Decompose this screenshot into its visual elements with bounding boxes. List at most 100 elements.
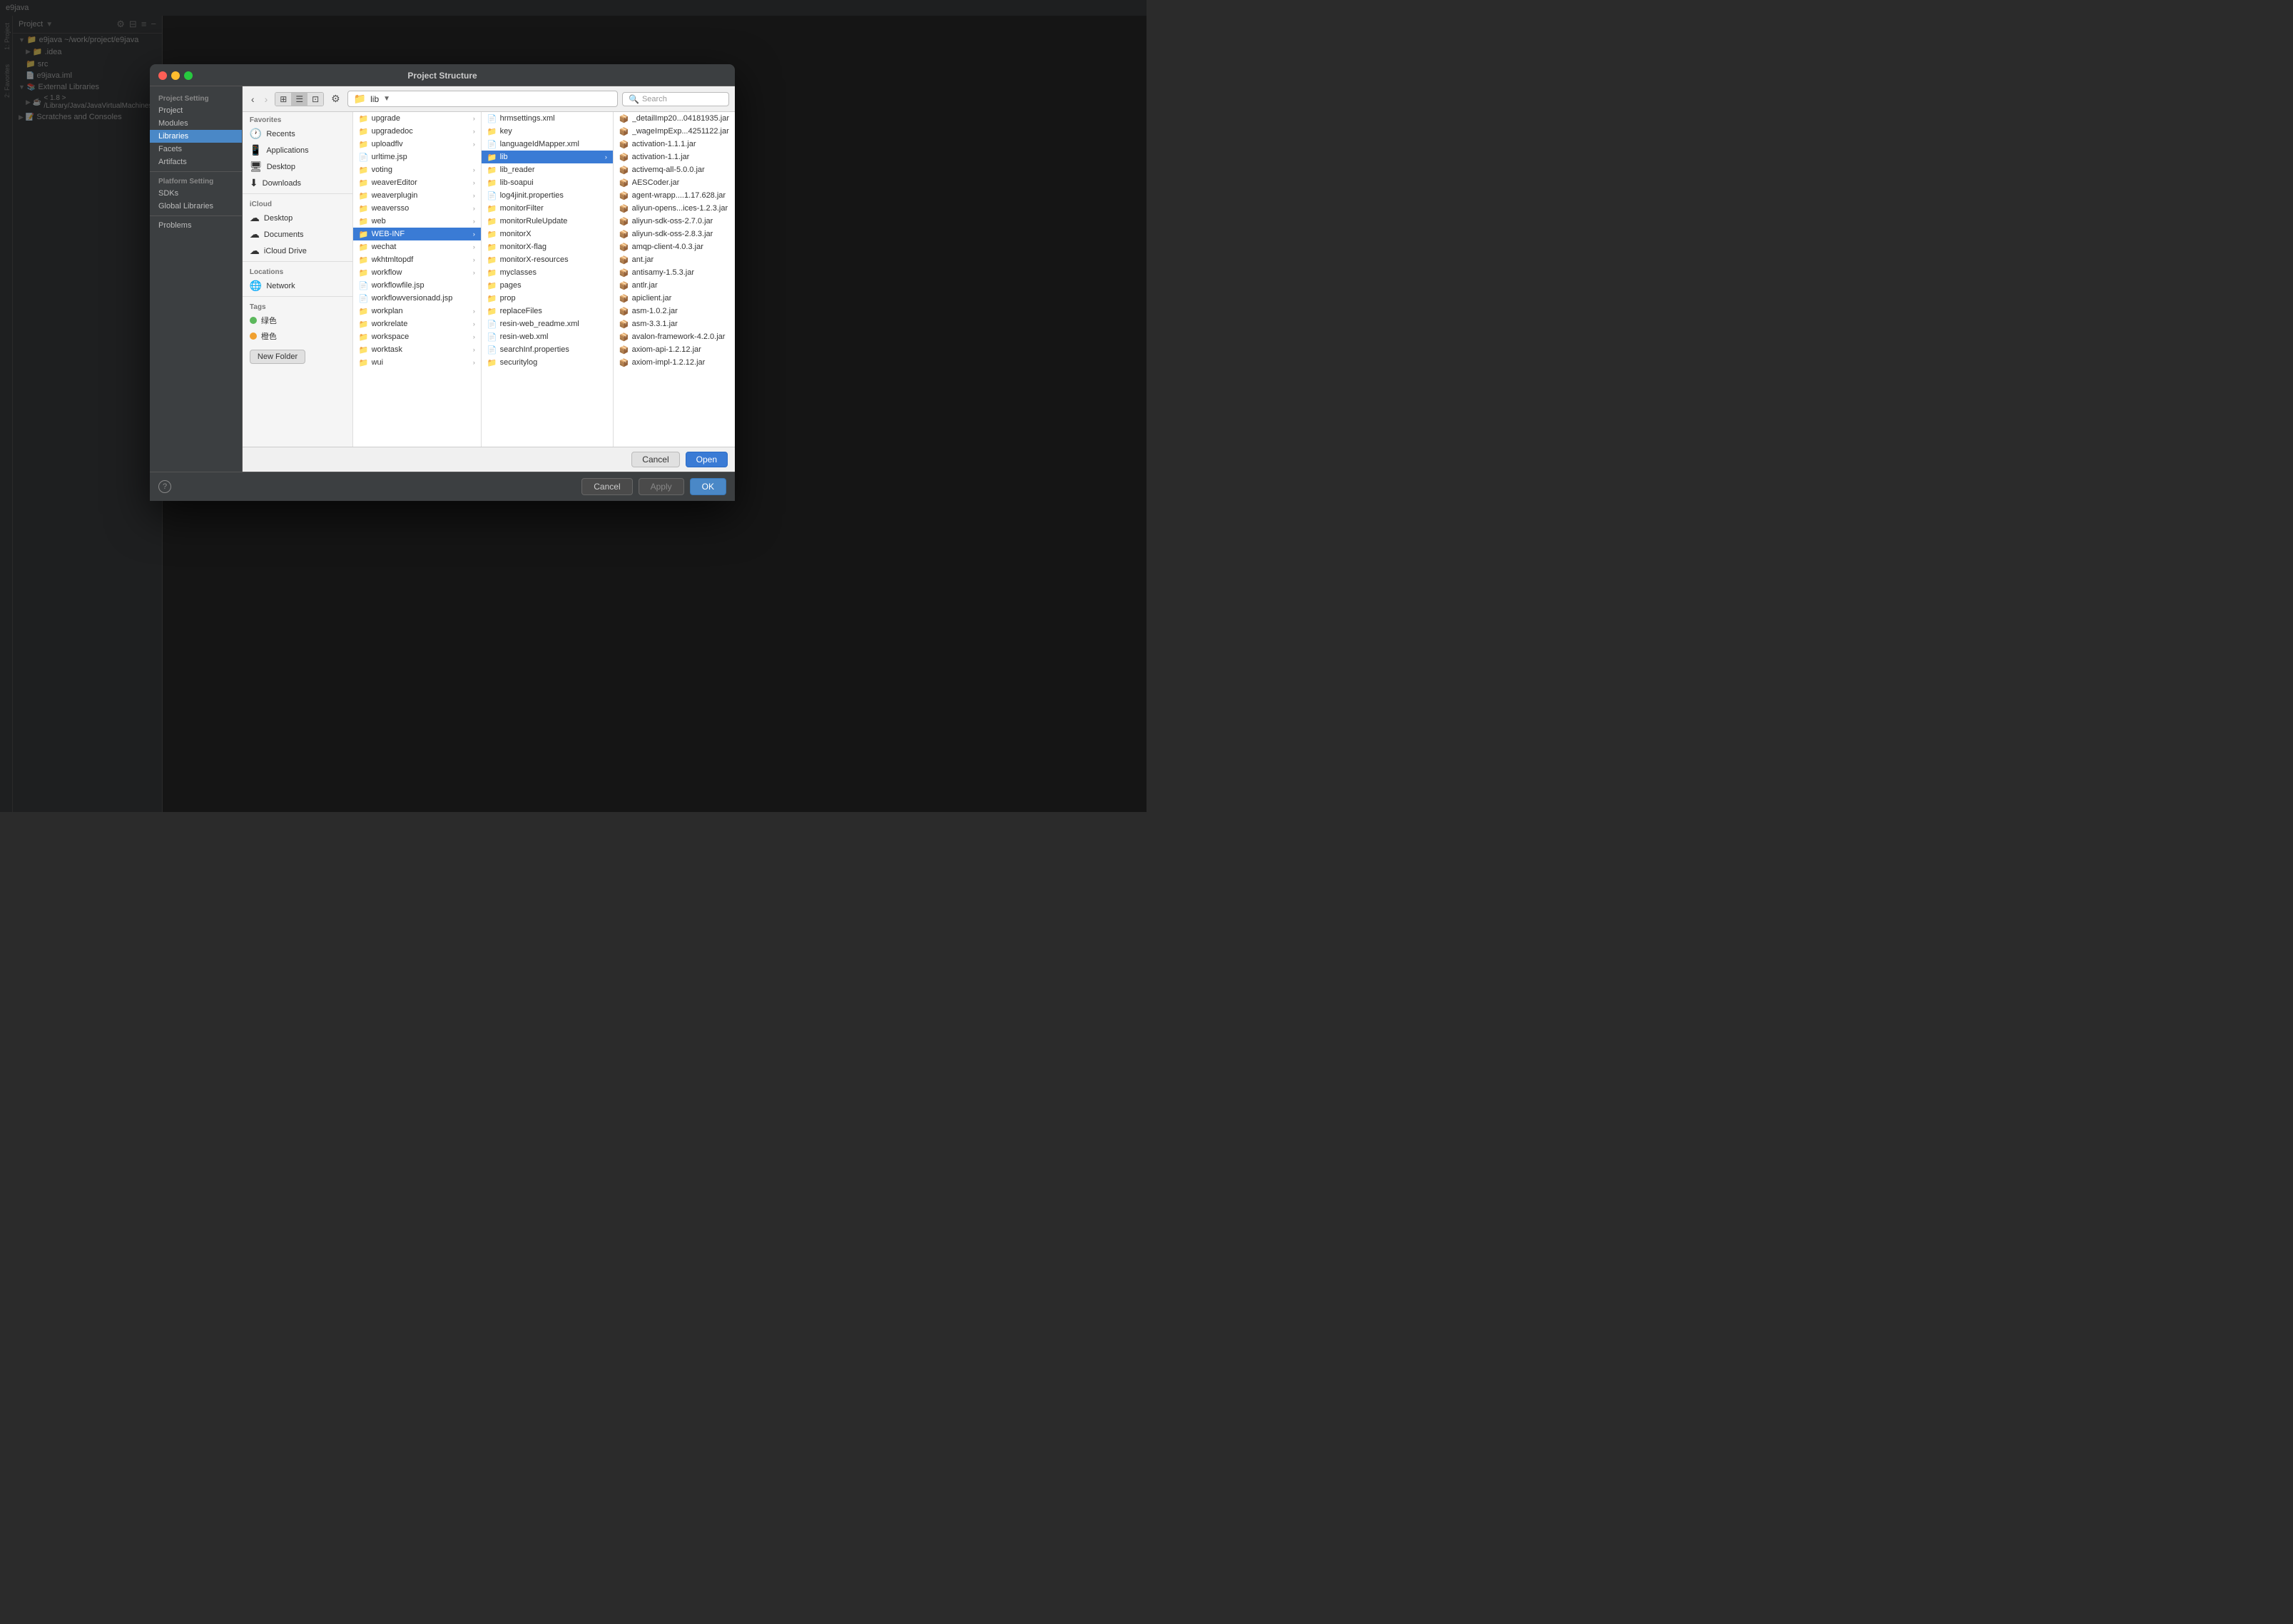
file-item-uploadflv[interactable]: 📁 uploadflv › [353,138,481,151]
apply-button[interactable]: Apply [639,478,684,495]
list-view-button[interactable]: ☰ [291,93,307,106]
file-item-myclasses[interactable]: 📁 myclasses [482,266,613,279]
file-item-aliyun-opens[interactable]: 📦 aliyun-opens...ices-1.2.3.jar [614,202,735,215]
file-item-wui[interactable]: 📁 wui › [353,356,481,369]
back-button[interactable]: ‹ [248,92,258,106]
nav-item-artifacts[interactable]: Artifacts [150,156,242,168]
file-item-wechat[interactable]: 📁 wechat › [353,240,481,253]
file-item-workrelate[interactable]: 📁 workrelate › [353,318,481,330]
file-item-workflowfile[interactable]: 📄 workflowfile.jsp [353,279,481,292]
cancel-button[interactable]: Cancel [581,478,632,495]
file-item-monitorx-flag[interactable]: 📁 monitorX-flag [482,240,613,253]
path-field[interactable]: 📁 lib ▼ [347,91,618,107]
fav-item-downloads[interactable]: ⬇ Downloads [243,175,352,191]
file-item-activemq[interactable]: 📦 activemq-all-5.0.0.jar [614,163,735,176]
file-item-axiom-api[interactable]: 📦 axiom-api-1.2.12.jar [614,343,735,356]
fav-item-recents[interactable]: 🕐 Recents [243,126,352,142]
fav-item-documents[interactable]: ☁ Documents [243,226,352,243]
file-item-key[interactable]: 📁 key [482,125,613,138]
file-item-log4jinit[interactable]: 📄 log4jinit.properties [482,189,613,202]
file-item-axiom-impl[interactable]: 📦 axiom-impl-1.2.12.jar [614,356,735,369]
fav-item-network[interactable]: 🌐 Network [243,278,352,294]
file-open-button[interactable]: Open [686,452,728,467]
file-item-web[interactable]: 📁 web › [353,215,481,228]
file-item-webinf[interactable]: 📁 WEB-INF › [353,228,481,240]
file-item-asm-102[interactable]: 📦 asm-1.0.2.jar [614,305,735,318]
minimize-traffic-light[interactable] [171,71,180,80]
file-item-aescoder[interactable]: 📦 AESCoder.jar [614,176,735,189]
file-item-asm-331[interactable]: 📦 asm-3.3.1.jar [614,318,735,330]
file-item-activation11[interactable]: 📦 activation-1.1.jar [614,151,735,163]
file-item-resin-web-readme[interactable]: 📄 resin-web_readme.xml [482,318,613,330]
icon-view-button[interactable]: ⊡ [307,93,323,106]
file-item-workplan[interactable]: 📁 workplan › [353,305,481,318]
file-item-agent-wrapp[interactable]: 📦 agent-wrapp....1.17.628.jar [614,189,735,202]
file-item-prop[interactable]: 📁 prop [482,292,613,305]
file-item-workspace[interactable]: 📁 workspace › [353,330,481,343]
jar-icon: 📦 [619,268,629,278]
file-item-languageidmapper[interactable]: 📄 languageIdMapper.xml [482,138,613,151]
file-item-activation111[interactable]: 📦 activation-1.1.1.jar [614,138,735,151]
search-field[interactable]: 🔍 Search [622,92,729,106]
new-folder-button[interactable]: New Folder [250,350,305,364]
close-traffic-light[interactable] [158,71,167,80]
file-item-monitorfilter[interactable]: 📁 monitorFilter [482,202,613,215]
file-item-voting[interactable]: 📁 voting › [353,163,481,176]
file-item-lib[interactable]: 📁 lib › [482,151,613,163]
file-item-aliyun-sdk-270[interactable]: 📦 aliyun-sdk-oss-2.7.0.jar [614,215,735,228]
file-item-monitorruleupdate[interactable]: 📁 monitorRuleUpdate [482,215,613,228]
file-item-avalon[interactable]: 📦 avalon-framework-4.2.0.jar [614,330,735,343]
nav-item-sdks[interactable]: SDKs [150,187,242,200]
file-item-hrmsettings[interactable]: 📄 hrmsettings.xml [482,112,613,125]
file-item-antisamy[interactable]: 📦 antisamy-1.5.3.jar [614,266,735,279]
fav-item-icloud-drive[interactable]: ☁ iCloud Drive [243,243,352,259]
path-dropdown-arrow[interactable]: ▼ [383,95,390,103]
file-item-amqp[interactable]: 📦 amqp-client-4.0.3.jar [614,240,735,253]
file-item-workflowversion[interactable]: 📄 workflowversionadd.jsp [353,292,481,305]
help-button[interactable]: ? [158,480,171,493]
file-item-replacefiles[interactable]: 📁 replaceFiles [482,305,613,318]
fav-item-tag-green[interactable]: 绿色 [243,313,352,328]
fav-label: Desktop [267,163,295,171]
file-item-aliyun-sdk-283[interactable]: 📦 aliyun-sdk-oss-2.8.3.jar [614,228,735,240]
file-item-apiclient[interactable]: 📦 apiclient.jar [614,292,735,305]
nav-item-global-libraries[interactable]: Global Libraries [150,200,242,213]
file-item-workflow[interactable]: 📁 workflow › [353,266,481,279]
file-item-antlr[interactable]: 📦 antlr.jar [614,279,735,292]
nav-item-facets[interactable]: Facets [150,143,242,156]
file-item-weaversso[interactable]: 📁 weaversso › [353,202,481,215]
file-item-pages[interactable]: 📁 pages [482,279,613,292]
file-item-searchinf[interactable]: 📄 searchInf.properties [482,343,613,356]
file-cancel-button[interactable]: Cancel [631,452,679,467]
file-item-wkhtmltopdf[interactable]: 📁 wkhtmltopdf › [353,253,481,266]
file-item-securitylog[interactable]: 📁 securitylog [482,356,613,369]
file-item-ant[interactable]: 📦 ant.jar [614,253,735,266]
maximize-traffic-light[interactable] [184,71,193,80]
file-item-urltime[interactable]: 📄 urltime.jsp [353,151,481,163]
fav-item-desktop[interactable]: 🖥 Desktop [243,158,352,175]
column-view-button[interactable]: ⊞ [275,93,291,106]
forward-button[interactable]: › [262,92,271,106]
nav-item-modules[interactable]: Modules [150,117,242,130]
fav-item-applications[interactable]: 📱 Applications [243,142,352,158]
icloud-drive-icon: ☁ [250,245,260,257]
file-item-resin-web[interactable]: 📄 resin-web.xml [482,330,613,343]
action-button[interactable]: ⚙ [328,91,343,106]
ok-button[interactable]: OK [690,478,726,495]
file-item-wageimpexp[interactable]: 📦 _wageImpExp...4251122.jar [614,125,735,138]
nav-item-libraries[interactable]: Libraries [150,130,242,143]
fav-item-icloud-desktop[interactable]: ☁ Desktop [243,210,352,226]
fav-item-tag-orange[interactable]: 橙色 [243,328,352,344]
file-item-weaverplugin[interactable]: 📁 weaverplugin › [353,189,481,202]
file-item-lib-soapui[interactable]: 📁 lib-soapui [482,176,613,189]
file-item-detailimp[interactable]: 📦 _detailImp20...04181935.jar [614,112,735,125]
file-item-monitorx-resources[interactable]: 📁 monitorX-resources [482,253,613,266]
file-item-weavereditor[interactable]: 📁 weaverEditor › [353,176,481,189]
file-item-lib-reader[interactable]: 📁 lib_reader [482,163,613,176]
file-item-upgradedoc[interactable]: 📁 upgradedoc › [353,125,481,138]
file-item-worktask[interactable]: 📁 worktask › [353,343,481,356]
nav-item-problems[interactable]: Problems [150,219,242,232]
nav-item-project[interactable]: Project [150,104,242,117]
file-item-monitorx[interactable]: 📁 monitorX [482,228,613,240]
file-item-upgrade[interactable]: 📁 upgrade › [353,112,481,125]
